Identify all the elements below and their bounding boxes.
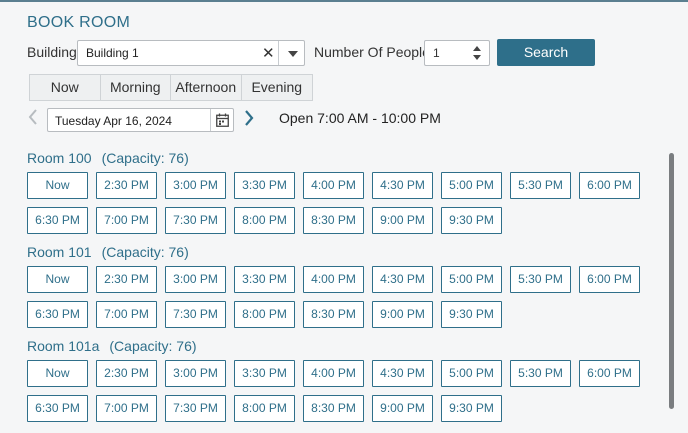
tab-morning[interactable]: Morning xyxy=(101,75,171,100)
time-slot-button[interactable]: 5:30 PM xyxy=(510,360,571,387)
time-slot-button[interactable]: 3:30 PM xyxy=(234,266,295,293)
time-of-day-tabs: Now Morning Afternoon Evening xyxy=(29,74,313,101)
time-slot-button[interactable]: 9:00 PM xyxy=(372,301,433,328)
time-slot-button[interactable]: 9:30 PM xyxy=(441,395,502,422)
chevron-right-icon[interactable] xyxy=(244,110,254,126)
time-slot-button[interactable]: 9:30 PM xyxy=(441,207,502,234)
room-list: Room 100 (Capacity: 76) Now 2:30 PM 3:00 PM… xyxy=(0,140,665,433)
time-slot-button[interactable]: 8:30 PM xyxy=(303,207,364,234)
time-slot-button[interactable]: 3:30 PM xyxy=(234,172,295,199)
time-slot-button[interactable]: 8:00 PM xyxy=(234,301,295,328)
time-slot-button[interactable]: 6:00 PM xyxy=(579,172,640,199)
room-name: Room 101a xyxy=(27,338,100,354)
time-slot-button[interactable]: 3:00 PM xyxy=(165,266,226,293)
time-slot-button[interactable]: 3:30 PM xyxy=(234,360,295,387)
calendar-icon[interactable] xyxy=(216,113,229,127)
room-name: Room 100 xyxy=(27,150,92,166)
time-slot-button[interactable]: 3:00 PM xyxy=(165,172,226,199)
time-slot-button[interactable]: 2:30 PM xyxy=(96,360,157,387)
time-slot-button[interactable]: 5:00 PM xyxy=(441,360,502,387)
search-button[interactable]: Search xyxy=(497,39,595,66)
time-slot-button[interactable]: 4:30 PM xyxy=(372,172,433,199)
time-slot-button[interactable]: 7:30 PM xyxy=(165,207,226,234)
time-slot-button[interactable]: 7:00 PM xyxy=(96,207,157,234)
time-slot-button[interactable]: 6:30 PM xyxy=(27,301,88,328)
time-slot-button[interactable]: 9:00 PM xyxy=(372,207,433,234)
time-slot-button[interactable]: Now xyxy=(27,172,88,199)
top-rule xyxy=(0,0,688,2)
room-heading: Room 101a (Capacity: 76) xyxy=(27,338,652,358)
time-slot-button[interactable]: Now xyxy=(27,266,88,293)
time-slot-button[interactable]: 6:00 PM xyxy=(579,266,640,293)
time-slot-button[interactable]: 9:30 PM xyxy=(441,301,502,328)
building-select-value: Building 1 xyxy=(86,46,139,60)
slot-grid: Now 2:30 PM 3:00 PM 3:30 PM 4:00 PM 4:30 PM 5:… xyxy=(27,360,652,430)
time-slot-button[interactable]: 5:30 PM xyxy=(510,266,571,293)
time-slot-button[interactable]: 5:00 PM xyxy=(441,172,502,199)
time-slot-button[interactable]: 8:30 PM xyxy=(303,301,364,328)
tab-evening[interactable]: Evening xyxy=(242,75,313,100)
time-slot-button[interactable]: 8:30 PM xyxy=(303,395,364,422)
time-slot-button[interactable]: 9:00 PM xyxy=(372,395,433,422)
date-divider xyxy=(210,109,211,131)
tab-afternoon[interactable]: Afternoon xyxy=(171,75,242,100)
people-label: Number Of People xyxy=(314,44,430,60)
room-name: Room 101 xyxy=(27,244,92,260)
time-slot-button[interactable]: 4:00 PM xyxy=(303,266,364,293)
time-slot-button[interactable]: 4:00 PM xyxy=(303,172,364,199)
slot-grid: Now 2:30 PM 3:00 PM 3:30 PM 4:00 PM 4:30 PM 5:… xyxy=(27,266,652,336)
room-capacity: (Capacity: 76) xyxy=(101,150,189,166)
date-value: Tuesday Apr 16, 2024 xyxy=(55,114,172,128)
time-slot-button[interactable]: 7:00 PM xyxy=(96,301,157,328)
scrollbar[interactable] xyxy=(669,153,674,409)
room-card: Room 100 (Capacity: 76) Now 2:30 PM 3:00 PM… xyxy=(27,150,652,242)
time-slot-button[interactable]: 2:30 PM xyxy=(96,266,157,293)
chevron-left-icon[interactable] xyxy=(28,109,38,125)
slot-grid: Now 2:30 PM 3:00 PM 3:30 PM 4:00 PM 4:30 PM 5:… xyxy=(27,172,652,242)
time-slot-button[interactable]: 8:00 PM xyxy=(234,207,295,234)
time-slot-button[interactable]: 6:30 PM xyxy=(27,207,88,234)
chevron-down-icon[interactable] xyxy=(288,51,298,57)
page-title: BOOK ROOM xyxy=(27,14,131,31)
time-slot-button[interactable]: 4:30 PM xyxy=(372,360,433,387)
time-slot-button[interactable]: 6:30 PM xyxy=(27,395,88,422)
time-slot-button[interactable]: 7:00 PM xyxy=(96,395,157,422)
opening-hours: Open 7:00 AM - 10:00 PM xyxy=(279,110,441,126)
room-card: Room 101 (Capacity: 76) Now 2:30 PM 3:00 PM… xyxy=(27,244,652,336)
time-slot-button[interactable]: 8:00 PM xyxy=(234,395,295,422)
building-select[interactable]: Building 1 ✕ xyxy=(77,40,305,66)
people-stepper[interactable]: 1 xyxy=(424,40,490,66)
time-slot-button[interactable]: Now xyxy=(27,360,88,387)
clear-icon[interactable]: ✕ xyxy=(262,44,275,62)
time-slot-button[interactable]: 2:30 PM xyxy=(96,172,157,199)
time-slot-button[interactable]: 7:30 PM xyxy=(165,301,226,328)
time-slot-button[interactable]: 6:00 PM xyxy=(579,360,640,387)
room-heading: Room 101 (Capacity: 76) xyxy=(27,244,652,264)
increment-icon[interactable] xyxy=(473,46,481,51)
room-capacity: (Capacity: 76) xyxy=(109,338,197,354)
select-divider xyxy=(278,41,279,65)
room-capacity: (Capacity: 76) xyxy=(101,244,189,260)
building-label: Building xyxy=(27,44,77,60)
time-slot-button[interactable]: 4:30 PM xyxy=(372,266,433,293)
time-slot-button[interactable]: 5:30 PM xyxy=(510,172,571,199)
time-slot-button[interactable]: 7:30 PM xyxy=(165,395,226,422)
date-picker[interactable]: Tuesday Apr 16, 2024 xyxy=(47,108,234,132)
room-heading: Room 100 (Capacity: 76) xyxy=(27,150,652,170)
people-stepper-value: 1 xyxy=(433,46,440,60)
time-slot-button[interactable]: 4:00 PM xyxy=(303,360,364,387)
tab-now[interactable]: Now xyxy=(30,75,101,100)
decrement-icon[interactable] xyxy=(473,55,481,60)
time-slot-button[interactable]: 3:00 PM xyxy=(165,360,226,387)
room-card: Room 101a (Capacity: 76) Now 2:30 PM 3:00 P… xyxy=(27,338,652,430)
time-slot-button[interactable]: 5:00 PM xyxy=(441,266,502,293)
